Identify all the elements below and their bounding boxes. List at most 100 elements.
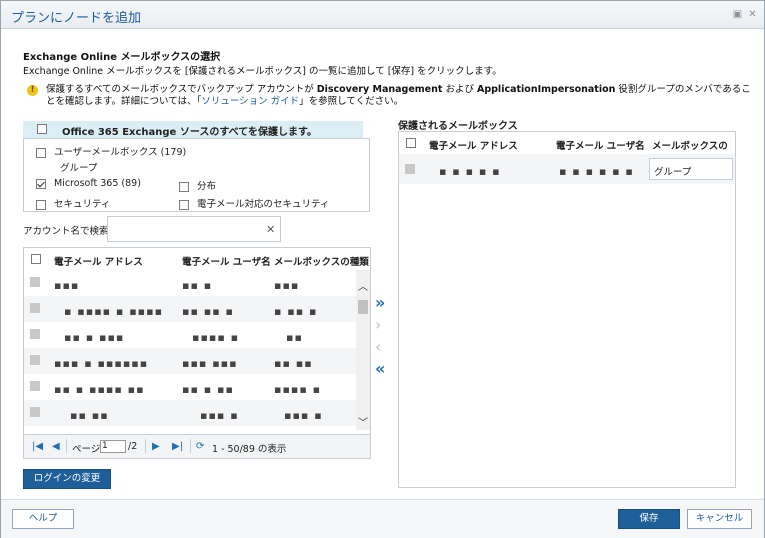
next-page-icon[interactable]: ▶ <box>152 441 160 452</box>
table-row[interactable]: ▪▪ ▪▪ ▪▪▪ ▪ ▪▪▪ ▪ <box>24 400 356 426</box>
remove-selected-icon[interactable]: ‹ <box>375 339 381 355</box>
add-all-icon[interactable]: » <box>375 295 385 311</box>
row-username: ▪▪ ▪ <box>182 279 213 292</box>
security-option[interactable]: セキュリティ <box>36 196 110 210</box>
microsoft365-option[interactable]: Microsoft 365 (89) <box>36 178 141 189</box>
mail-security-option[interactable]: 電子メール対応のセキュリティ <box>179 196 329 210</box>
row-type: ▪▪▪ <box>274 279 300 292</box>
user-mailboxes-label: ユーザーメールボックス (179) <box>54 147 187 158</box>
restore-icon[interactable]: ▣ <box>732 9 743 20</box>
table-row[interactable]: ▪ ▪ ▪ ▪ ▪ ▪ ▪ ▪ ▪ ▪ ▪ グループ <box>399 154 735 184</box>
solution-guide-link[interactable]: ソリューション ガイド <box>201 96 299 107</box>
refresh-icon[interactable]: ⟳ <box>196 441 204 452</box>
column-username[interactable]: 電子メール ユーザ名 <box>182 254 271 268</box>
scroll-up-icon[interactable]: ︿ <box>358 278 368 293</box>
row-email: ▪ ▪ ▪ ▪ ▪ <box>439 165 501 178</box>
row-username: ▪▪▪▪ ▪ <box>192 331 240 344</box>
user-mailboxes-checkbox[interactable] <box>36 147 46 158</box>
mailbox-icon <box>405 164 415 174</box>
prev-page-icon[interactable]: ◀ <box>52 441 60 452</box>
row-username: ▪ ▪ ▪ ▪ ▪ ▪ <box>559 165 634 178</box>
column-username[interactable]: 電子メール ユーザ名 <box>556 138 645 152</box>
search-input[interactable] <box>107 216 281 242</box>
scroll-thumb[interactable] <box>358 300 368 314</box>
section-title: Exchange Online メールボックスの選択 <box>23 52 221 63</box>
row-username: ▪▪ ▪▪ ▪ <box>182 305 234 318</box>
groups-heading: グループ <box>60 163 98 174</box>
page-total: /2 <box>128 441 138 452</box>
add-node-dialog: プランにノードを追加 ▣ ✕ Exchange Online メールボックスの選… <box>0 0 765 538</box>
row-email: ▪▪ ▪▪ <box>70 409 109 422</box>
table-row[interactable]: ▪▪ ▪ ▪▪▪ ▪▪▪▪ ▪ ▪▪ <box>24 322 356 348</box>
grid-header: 電子メール アドレス 電子メール ユーザ名 メールボックスの種類 <box>24 248 370 270</box>
page-number-input[interactable]: 1 <box>100 440 126 453</box>
warning-mid: および <box>442 84 477 95</box>
source-options-box: ユーザーメールボックス (179) グループ Microsoft 365 (89… <box>23 138 370 212</box>
save-button[interactable]: 保存 <box>618 509 680 529</box>
column-email[interactable]: 電子メール アドレス <box>429 138 518 152</box>
pager-divider <box>66 439 67 453</box>
mailbox-icon <box>30 277 40 287</box>
mailbox-icon <box>30 303 40 313</box>
warning-icon: ! <box>27 85 38 96</box>
table-row[interactable]: ▪▪ ▪ ▪▪▪▪ ▪▪ ▪▪ ▪ ▪▪ ▪▪▪▪ ▪ <box>24 374 356 400</box>
pager-divider <box>145 439 146 453</box>
cancel-button[interactable]: キャンセル <box>687 509 752 529</box>
warning-role-1: Discovery Management <box>316 84 443 95</box>
microsoft365-label: Microsoft 365 (89) <box>54 178 141 189</box>
row-type: グループ <box>649 158 733 180</box>
mailbox-icon <box>30 355 40 365</box>
distribution-checkbox[interactable] <box>179 181 189 192</box>
protected-mailboxes-title: 保護されるメールボックス <box>398 121 518 132</box>
column-email[interactable]: 電子メール アドレス <box>54 254 143 268</box>
mail-security-checkbox[interactable] <box>179 199 189 210</box>
range-text: 1 - 50/89 の表示 <box>212 444 287 455</box>
protect-all-label: Office 365 Exchange ソースのすべてを保護します。 <box>62 127 318 138</box>
row-username: ▪▪▪ ▪ <box>200 409 239 422</box>
first-page-icon[interactable]: |◀ <box>32 441 43 452</box>
row-type: ▪▪▪▪ ▪ <box>274 383 322 396</box>
select-all-checkbox[interactable] <box>406 138 416 148</box>
row-type: ▪▪ ▪▪ <box>274 357 313 370</box>
search-label: アカウント名で検索 <box>23 226 109 237</box>
table-row[interactable]: ▪ ▪▪▪▪ ▪ ▪▪▪▪ ▪▪ ▪▪ ▪ ▪ ▪▪ ▪ <box>24 296 356 322</box>
warning-prefix: 保護するすべてのメールボックスでバックアップ アカウントが <box>46 84 317 95</box>
row-email: ▪▪ ▪ ▪▪▪ <box>64 331 125 344</box>
pager: |◀ ◀ ページ 1 /2 ▶ ▶| ⟳ 1 - 50/89 の表示 <box>24 434 370 458</box>
remove-all-icon[interactable]: « <box>375 361 385 377</box>
add-selected-icon[interactable]: › <box>375 317 381 333</box>
microsoft365-checkbox[interactable] <box>36 178 46 189</box>
row-email: ▪▪▪ ▪ ▪▪▪▪▪▪ <box>54 357 149 370</box>
available-mailboxes-grid: 電子メール アドレス 電子メール ユーザ名 メールボックスの種類 ▪▪▪ ▪▪ … <box>23 247 371 459</box>
mailbox-icon <box>30 381 40 391</box>
grid-header: 電子メール アドレス 電子メール ユーザ名 メールボックスの種類 <box>399 132 735 166</box>
clear-icon[interactable]: ✕ <box>266 223 275 236</box>
table-row[interactable]: ▪▪▪ ▪▪ ▪ ▪▪▪ <box>24 270 356 296</box>
change-login-button[interactable]: ログインの変更 <box>23 469 111 489</box>
mailbox-icon <box>30 329 40 339</box>
close-icon[interactable]: ✕ <box>747 9 758 20</box>
title-bar[interactable]: プランにノードを追加 ▣ ✕ <box>1 1 764 29</box>
protect-all-row[interactable]: Office 365 Exchange ソースのすべてを保護します。 <box>23 121 363 138</box>
select-all-checkbox[interactable] <box>31 254 41 264</box>
table-row[interactable]: ▪▪▪ ▪ ▪▪▪▪▪▪ ▪▪▪ ▪▪▪ ▪▪ ▪▪ <box>24 348 356 374</box>
distribution-label: 分布 <box>197 181 217 192</box>
scroll-down-icon[interactable]: ﹀ <box>358 414 368 429</box>
section-description: Exchange Online メールボックスを [保護されるメールボックス] … <box>23 66 502 77</box>
protect-all-checkbox[interactable] <box>37 124 47 134</box>
row-email: ▪ ▪▪▪▪ ▪ ▪▪▪▪ <box>64 305 164 318</box>
security-checkbox[interactable] <box>36 199 46 210</box>
mail-security-label: 電子メール対応のセキュリティ <box>197 199 330 210</box>
user-mailboxes-option[interactable]: ユーザーメールボックス (179) <box>36 144 186 158</box>
column-mailbox-type[interactable]: メールボックスの種類 <box>274 254 369 268</box>
warning-end: 」を参照してください。 <box>299 96 404 107</box>
vertical-scrollbar[interactable]: ︿ ﹀ <box>356 270 370 430</box>
dialog-title: プランにノードを追加 <box>11 11 142 26</box>
row-type: ▪▪▪ ▪ <box>284 409 323 422</box>
last-page-icon[interactable]: ▶| <box>172 441 183 452</box>
distribution-option[interactable]: 分布 <box>179 178 216 192</box>
help-button[interactable]: ヘルプ <box>12 509 74 529</box>
row-email: ▪▪ ▪ ▪▪▪▪ ▪▪ <box>54 383 145 396</box>
warning-role-2: ApplicationImpersonation <box>476 84 616 95</box>
warning-text: 保護するすべてのメールボックスでバックアップ アカウントが Discovery … <box>46 84 756 108</box>
